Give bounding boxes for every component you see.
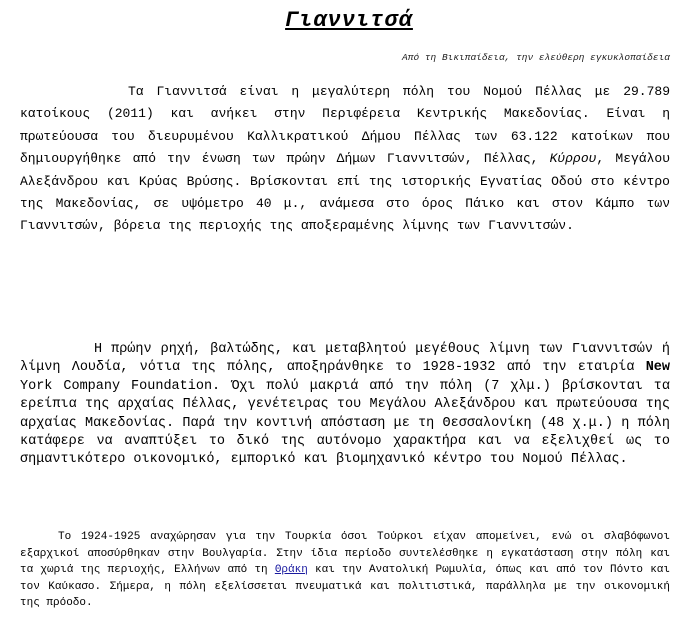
new-bold-text: New — [645, 360, 670, 376]
article-page: Γιαννιτσά Από τη Βικιπαίδεια, την ελεύθε… — [0, 0, 698, 642]
page-subtitle: Από τη Βικιπαίδεια, την ελεύθερη εγκυκλο… — [402, 52, 670, 63]
kyrrou-text: Κύρρου — [549, 151, 597, 167]
thraki-link[interactable]: Θράκη — [275, 564, 308, 576]
paragraph-lake-text-b: York Company Foundation. Όχι πολύ μακριά… — [20, 378, 670, 468]
paragraph-lake: Η πρώην ρηχή, βαλτώδης, και μεταβλητού μ… — [20, 341, 670, 470]
paragraph-history: Το 1924-1925 αναχώρησαν για την Τουρκία … — [20, 529, 670, 612]
paragraph-lake-text-a: Η πρώην ρηχή, βαλτώδης, και μεταβλητού μ… — [20, 342, 670, 376]
paragraph-intro: Τα Γιαννιτσά είναι η μεγαλύτερη πόλη του… — [20, 81, 670, 238]
page-title: Γιαννιτσά — [285, 8, 413, 33]
